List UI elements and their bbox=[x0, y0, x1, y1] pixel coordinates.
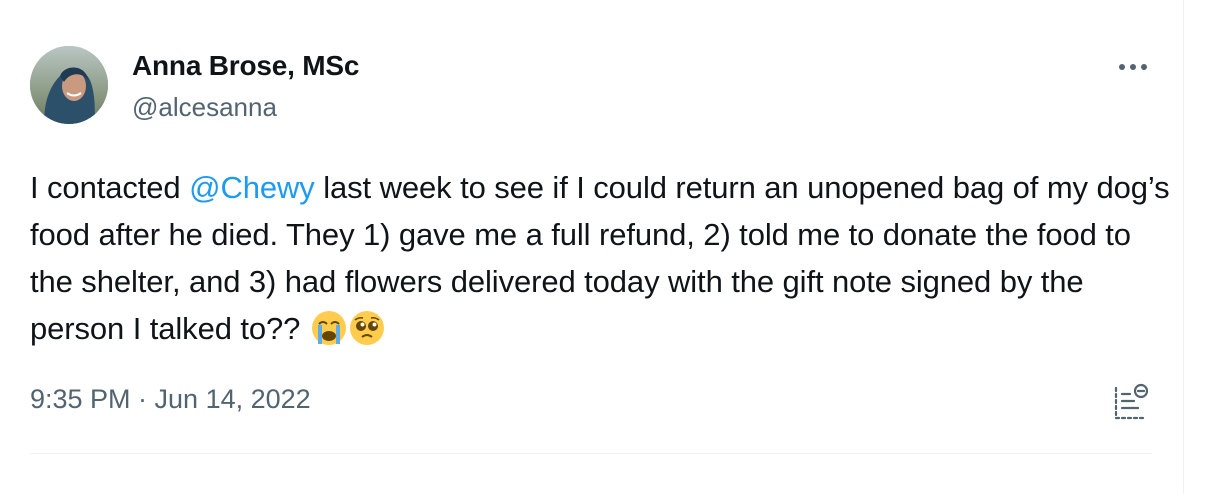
more-options-icon[interactable] bbox=[1114, 52, 1152, 82]
tweet-text-part-1: I contacted bbox=[30, 170, 190, 205]
pleading-face-emoji-icon bbox=[349, 310, 385, 346]
avatar[interactable] bbox=[30, 46, 108, 124]
tweet-timestamp[interactable]: 9:35 PM · Jun 14, 2022 bbox=[30, 384, 311, 415]
author-handle[interactable]: @alcesanna bbox=[132, 92, 277, 123]
divider bbox=[30, 453, 1152, 454]
card-border bbox=[1183, 0, 1184, 494]
mention-link[interactable]: @Chewy bbox=[189, 170, 315, 205]
author-display-name[interactable]: Anna Brose, MSc bbox=[132, 50, 359, 82]
tweet-text: I contacted @Chewy last week to see if I… bbox=[30, 164, 1170, 352]
post-analytics-icon[interactable] bbox=[1112, 382, 1152, 422]
crying-face-emoji-icon bbox=[311, 310, 347, 346]
tweet-card: Anna Brose, MSc @alcesanna I contacted @… bbox=[0, 0, 1210, 494]
